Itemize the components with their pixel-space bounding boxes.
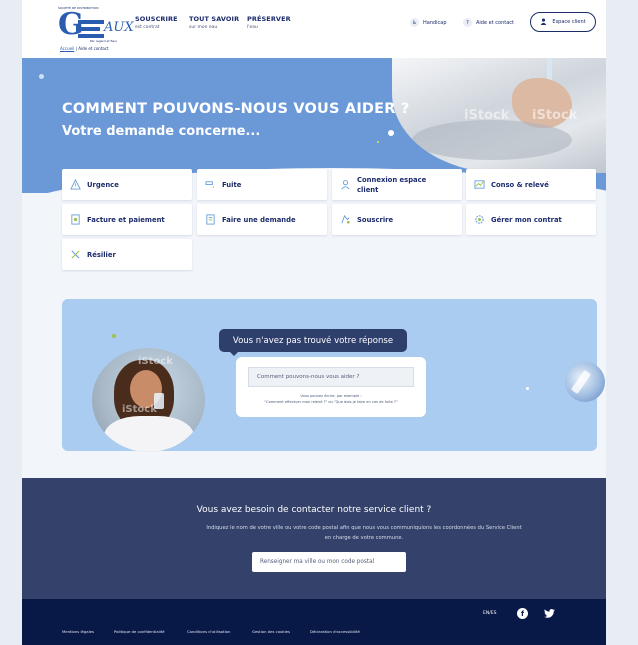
contact-title: Vous avez besoin de contacter notre serv…	[196, 505, 432, 515]
nav-tout-savoir[interactable]: TOUT SAVOIR sur mon eau	[189, 15, 239, 30]
footer-link[interactable]: Gestion des cookies	[252, 629, 290, 634]
accessibility-icon: ♿	[410, 18, 419, 27]
footer-link[interactable]: Politique de confidentialité	[114, 629, 165, 634]
logo-bar	[78, 20, 104, 24]
category-card-conso[interactable]: Conso & relevé	[466, 169, 596, 200]
nav-title: SOUSCRIRE	[135, 15, 178, 23]
twitter-icon[interactable]	[544, 608, 555, 619]
breadcrumb-current: Aide et contact	[78, 46, 109, 51]
help-search-input[interactable]: Comment pouvons-nous vous aider ?	[248, 367, 414, 387]
nav-sub: l'eau	[247, 25, 258, 30]
category-label: Souscrire	[357, 215, 394, 224]
logo[interactable]: SOCIÉTÉ DE DISTRIBUTION G AUX Par regard…	[58, 6, 134, 46]
nav-souscrire[interactable]: SOUSCRIRE est contrat	[135, 15, 178, 30]
bubble-tail	[228, 350, 240, 356]
aide-contact-label: Aide et contact	[476, 19, 514, 26]
category-card-urgence[interactable]: Urgence	[62, 169, 192, 200]
footer-link[interactable]: Déclaration d'accessibilité	[310, 629, 360, 634]
hero-title: COMMENT POUVONS-NOUS VOUS AIDER ?	[62, 101, 410, 117]
woman-drinking-photo: iStock iStock	[92, 348, 205, 452]
nav-sub: sur mon eau	[189, 25, 218, 30]
help-icon: ?	[463, 18, 472, 27]
category-label: Urgence	[87, 180, 119, 189]
meter-icon	[474, 179, 485, 190]
decor-dot	[39, 74, 44, 79]
breadcrumb: Accueil | Aide et contact	[60, 46, 109, 51]
form-icon	[205, 214, 216, 225]
category-label: Fuite	[222, 180, 242, 189]
decor-dot	[526, 387, 529, 390]
user-icon	[340, 179, 351, 190]
watermark: iStock	[532, 108, 578, 123]
category-card-fuite[interactable]: Fuite	[197, 169, 327, 200]
leak-icon	[205, 179, 216, 190]
nav-sub: est contrat	[135, 25, 160, 30]
nav-title: TOUT SAVOIR	[189, 15, 240, 23]
cancel-icon	[70, 249, 81, 260]
logo-bar	[78, 34, 104, 38]
footer-link[interactable]: Conditions d'utilisation	[187, 629, 230, 634]
site-header: SOCIÉTÉ DE DISTRIBUTION G AUX Par regard…	[22, 0, 606, 58]
nav-preserver[interactable]: PRÉSERVER l'eau	[247, 15, 291, 30]
breadcrumb-separator: |	[75, 46, 77, 51]
search-section: iStock iStock Vous n'avez pas trouvé vot…	[22, 273, 606, 478]
logo-bar	[78, 27, 100, 31]
decor-dot	[112, 334, 116, 338]
category-card-facture[interactable]: Facture et paiement	[62, 204, 192, 235]
logo-eaux: AUX	[104, 20, 134, 35]
subscribe-icon	[340, 214, 351, 225]
category-label: Facture et paiement	[87, 215, 165, 224]
watermark: iStock	[464, 108, 510, 123]
category-label: Faire une demande	[222, 215, 296, 224]
category-label: Gérer mon contrat	[491, 215, 562, 224]
settings-icon	[474, 214, 485, 225]
page: SOCIÉTÉ DE DISTRIBUTION G AUX Par regard…	[22, 0, 606, 645]
decor-dot	[388, 130, 394, 136]
city-postal-input[interactable]: Renseigner ma ville ou mon code postal	[252, 552, 406, 572]
contact-section: Vous avez besoin de contacter notre serv…	[22, 478, 606, 599]
handicap-label: Handicap	[423, 19, 447, 26]
hero-photo: iStock iStock	[392, 58, 606, 173]
category-card-resilier[interactable]: Résilier	[62, 239, 192, 270]
logo-sub-text: Par regard et fleur	[90, 39, 118, 43]
category-card-contrat[interactable]: Gérer mon contrat	[466, 204, 596, 235]
facebook-icon[interactable]: f	[517, 608, 528, 619]
category-label: Résilier	[87, 250, 116, 259]
breadcrumb-home[interactable]: Accueil	[60, 46, 74, 51]
no-answer-heading: Vous n'avez pas trouvé votre réponse	[219, 329, 407, 352]
search-card: Comment pouvons-nous vous aider ? Vous p…	[236, 357, 426, 417]
aide-contact-link[interactable]: ? Aide et contact	[463, 18, 514, 27]
category-label: Conso & relevé	[491, 180, 549, 189]
category-card-demande[interactable]: Faire une demande	[197, 204, 327, 235]
category-card-connexion[interactable]: Connexion espace client	[332, 169, 462, 200]
category-label: Connexion espace client	[357, 175, 427, 194]
footer-link[interactable]: Mentions légales	[62, 629, 94, 634]
watermark: iStock	[122, 404, 157, 415]
sink-shape	[412, 120, 572, 160]
warning-icon	[70, 179, 81, 190]
search-hint-line: "Comment effectuer mon relevé ?" ou "Que…	[264, 399, 398, 404]
nav-title: PRÉSERVER	[247, 15, 291, 23]
hero-subtitle: Votre demande concerne...	[62, 124, 261, 139]
contact-description: Indiquez le nom de votre ville ou votre …	[206, 525, 522, 541]
site-footer: EN/ES f Mentions légales Politique de co…	[22, 599, 606, 645]
decor-dot	[377, 141, 379, 143]
espace-client-label: Espace client	[552, 19, 586, 25]
language-switch[interactable]: EN/ES	[483, 611, 496, 616]
invoice-icon	[70, 214, 81, 225]
user-icon	[540, 18, 547, 27]
water-glass-photo	[565, 362, 605, 402]
watermark: iStock	[138, 356, 173, 367]
search-hint: Vous pouvez écrire, par exemple : "Comme…	[240, 394, 422, 405]
espace-client-button[interactable]: Espace client	[530, 12, 596, 32]
category-card-souscrire[interactable]: Souscrire	[332, 204, 462, 235]
handicap-link[interactable]: ♿ Handicap	[410, 18, 447, 27]
